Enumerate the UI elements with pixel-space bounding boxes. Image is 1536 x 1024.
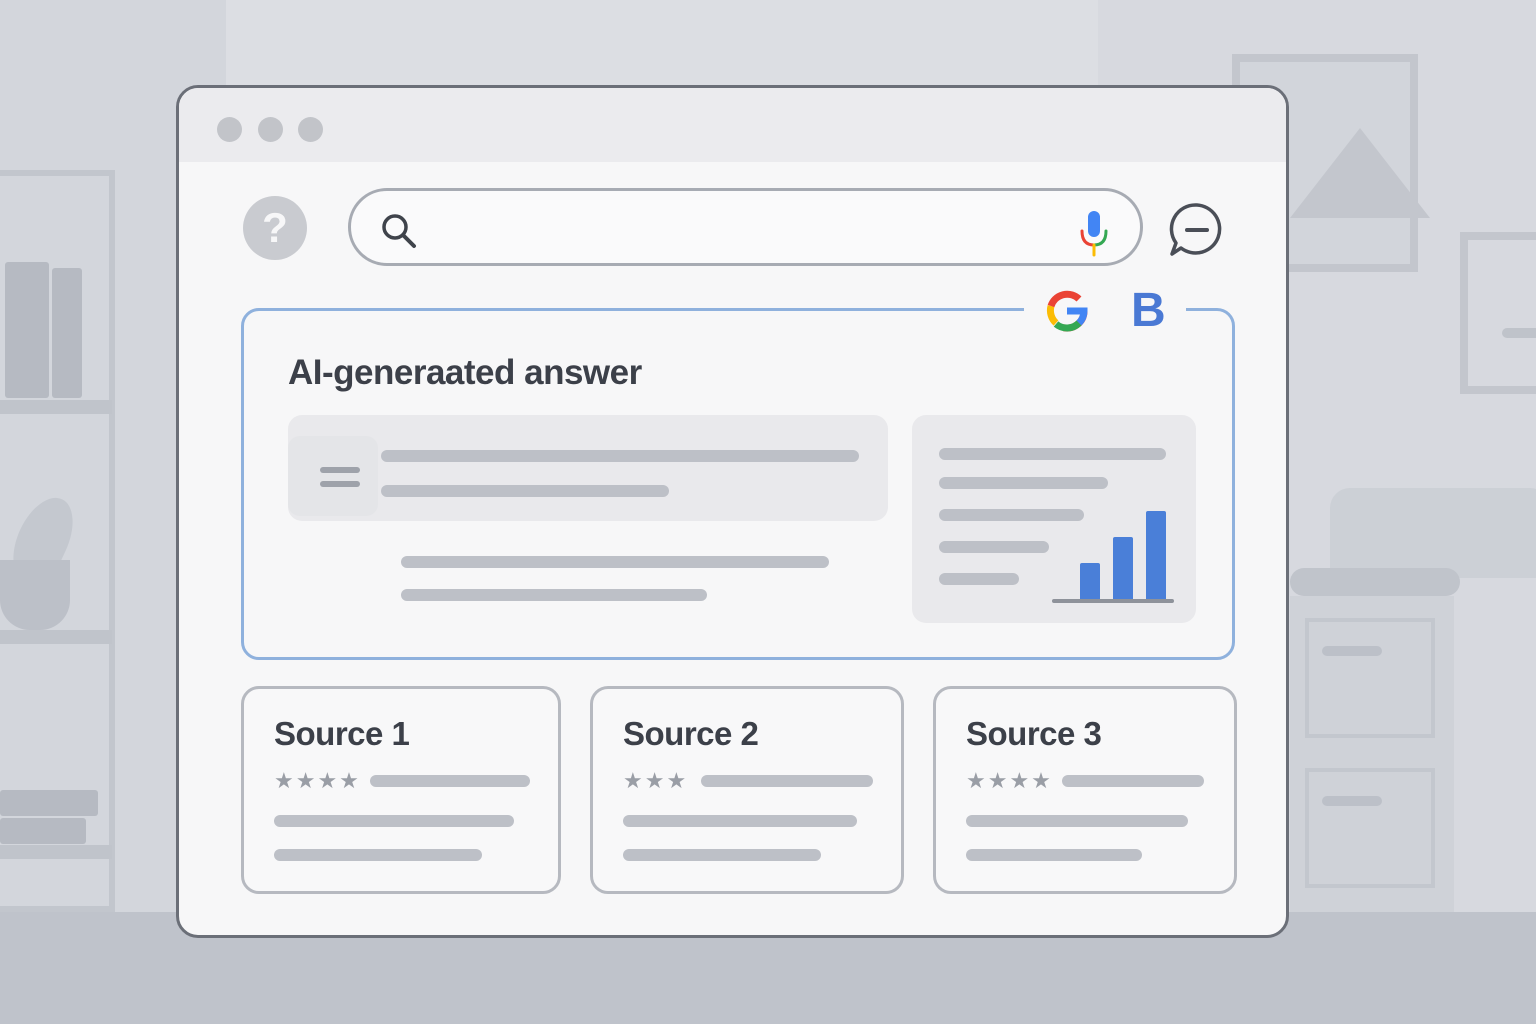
placeholder-line	[381, 485, 669, 497]
window-titlebar	[179, 88, 1286, 162]
bing-logo-icon: B	[1130, 284, 1166, 337]
background-picture-frame-small	[1460, 232, 1536, 394]
chart-baseline	[1052, 599, 1174, 603]
background-book	[52, 268, 82, 398]
placeholder-line	[401, 589, 707, 601]
microphone-icon[interactable]	[1077, 209, 1111, 259]
placeholder-line	[966, 815, 1188, 827]
help-icon[interactable]: ?	[243, 196, 307, 260]
rating-stars: ★★★★	[966, 769, 1053, 794]
background-picture-mountain	[1290, 128, 1430, 218]
placeholder-line	[274, 849, 482, 861]
placeholder-line	[401, 556, 829, 568]
chat-icon[interactable]	[1167, 200, 1227, 260]
placeholder-line	[939, 448, 1166, 460]
bar-chart	[1052, 495, 1176, 603]
chart-card[interactable]	[912, 415, 1196, 623]
search-icon[interactable]	[379, 211, 419, 251]
window-dot-minimize[interactable]	[258, 117, 283, 142]
source-title: Source 1	[274, 715, 410, 752]
source-card-1[interactable]: Source 1 ★★★★	[241, 686, 561, 894]
background-book	[0, 818, 86, 844]
placeholder-line	[939, 573, 1019, 585]
background-plant-pot	[0, 560, 70, 630]
background-shelf	[0, 845, 112, 859]
search-bar[interactable]	[348, 188, 1143, 266]
chart-bar	[1146, 511, 1166, 599]
background-chair	[1330, 488, 1536, 578]
ai-answer-title: AI-generaated answer	[288, 353, 642, 392]
placeholder-line	[381, 450, 859, 462]
document-icon-line	[320, 481, 360, 487]
google-logo-icon	[1046, 290, 1088, 332]
chart-bar	[1080, 563, 1100, 599]
source-title: Source 2	[623, 715, 759, 752]
rating-stars: ★★★★	[274, 769, 361, 794]
source-card-2[interactable]: Source 2 ★★★	[590, 686, 904, 894]
window-dot-maximize[interactable]	[298, 117, 323, 142]
background-desk	[1290, 568, 1460, 596]
browser-window: ? B AI-generaated answer Source 1 ★★★★ S…	[176, 85, 1289, 938]
placeholder-line	[274, 815, 514, 827]
source-card-3[interactable]: Source 3 ★★★★	[933, 686, 1237, 894]
search-input[interactable]	[435, 205, 1059, 251]
placeholder-line	[939, 541, 1049, 553]
document-icon[interactable]	[288, 436, 378, 516]
placeholder-line	[623, 815, 857, 827]
brand-logos: B	[1024, 287, 1186, 335]
background-picture-detail	[1502, 328, 1536, 338]
placeholder-line	[939, 477, 1108, 489]
background-shelf	[0, 630, 112, 644]
window-dot-close[interactable]	[217, 117, 242, 142]
background-drawer-handle	[1322, 646, 1382, 656]
background-shelf	[0, 400, 112, 414]
placeholder-line	[701, 775, 873, 787]
query-card[interactable]	[288, 415, 888, 521]
background-drawer	[1305, 618, 1435, 738]
placeholder-line	[370, 775, 530, 787]
background-drawer-handle	[1322, 796, 1382, 806]
background-book	[5, 262, 49, 398]
document-icon-line	[320, 467, 360, 473]
chart-bar	[1113, 537, 1133, 599]
placeholder-line	[1062, 775, 1204, 787]
background-book	[0, 790, 98, 816]
source-title: Source 3	[966, 715, 1102, 752]
ai-answer-panel: B AI-generaated answer	[241, 287, 1235, 660]
background-drawer	[1305, 768, 1435, 888]
rating-stars: ★★★	[623, 769, 689, 794]
placeholder-line	[966, 849, 1142, 861]
placeholder-line	[623, 849, 821, 861]
